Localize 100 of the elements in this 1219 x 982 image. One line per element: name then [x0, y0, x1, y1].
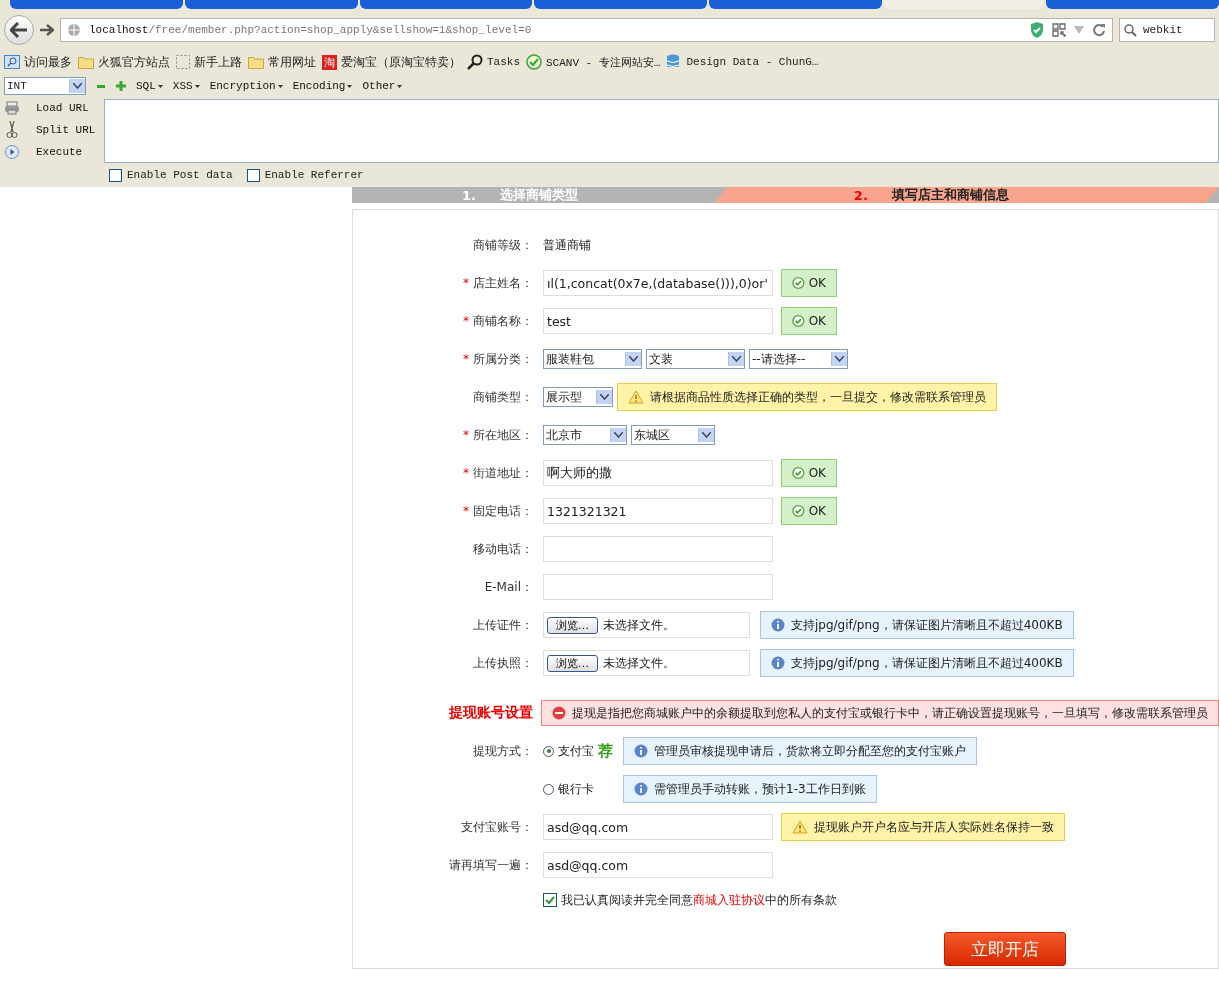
radio-label: 支付宝 — [558, 742, 594, 760]
file-field[interactable]: 浏览… 未选择文件。 — [543, 612, 750, 638]
required-mark: * — [463, 504, 469, 518]
hackbar-menu[interactable]: Encryption — [209, 80, 283, 92]
bookmark-item[interactable]: 常用网址 — [248, 53, 316, 71]
hint-message: 提现账户开户名应与开店人实际姓名保持一致 — [781, 813, 1065, 841]
ok-status: OK — [781, 269, 837, 297]
bookmark-item[interactable]: 火狐官方站点 — [78, 53, 170, 71]
browse-button[interactable]: 浏览… — [547, 616, 598, 634]
file-status: 未选择文件。 — [603, 616, 675, 634]
input-field[interactable]: test — [543, 308, 773, 334]
scissors-icon[interactable] — [4, 121, 20, 139]
folder-icon — [78, 55, 94, 69]
dropdown-select[interactable]: 展示型 — [543, 387, 613, 407]
radio-button[interactable] — [543, 783, 554, 795]
dropdown-select[interactable]: 北京市 — [543, 425, 627, 445]
forward-icon[interactable] — [40, 24, 54, 36]
required-mark: * — [463, 314, 469, 328]
input-field[interactable]: 啊大师的撒 — [543, 460, 773, 486]
input-field[interactable] — [543, 574, 773, 600]
info-icon — [771, 618, 785, 632]
chevron-down-icon — [600, 394, 609, 400]
hackbar-menu[interactable]: Other — [362, 80, 403, 92]
dropdown-select[interactable]: 东城区 — [631, 425, 715, 445]
plus-icon[interactable] — [116, 81, 126, 91]
address-bar[interactable]: localhost/free/member.php?action=shop_apply&sellshow=1&shop_level=0 — [60, 18, 1113, 42]
check-circle-icon — [792, 466, 805, 480]
chevron-down-icon — [614, 432, 623, 438]
hint-message: 管理员审核提现申请后，货款将立即分配至您的支付宝账户 — [623, 737, 977, 765]
field-value: 普通商铺 — [543, 236, 591, 254]
blank-page-icon — [176, 55, 190, 69]
ok-status: OK — [781, 497, 837, 525]
agreement-text: 我已认真阅读并完全同意商城入驻协议中的所有条款 — [561, 891, 837, 909]
hackbar-action[interactable]: Split URL — [24, 124, 96, 136]
caret-icon — [194, 84, 200, 88]
bookmark-item[interactable]: 新手上路 — [176, 53, 242, 71]
hackbar-menu[interactable]: XSS — [172, 80, 200, 92]
check-circle-icon — [792, 314, 805, 328]
qr-code-icon[interactable] — [1052, 23, 1066, 37]
caret-icon — [397, 84, 403, 88]
bookmark-item[interactable]: 淘 爱淘宝（原淘宝特卖） — [322, 53, 461, 71]
shield-icon[interactable] — [1030, 22, 1044, 38]
dropdown-icon[interactable] — [1074, 26, 1084, 34]
search-field[interactable]: webkit — [1119, 18, 1215, 42]
play-icon[interactable] — [4, 145, 20, 159]
printer-icon[interactable] — [4, 101, 20, 115]
field-label: 街道地址： — [473, 464, 533, 482]
input-field[interactable] — [543, 536, 773, 562]
checkbox[interactable] — [543, 893, 557, 907]
dropdown-select[interactable]: --请选择-- — [749, 349, 848, 369]
field-label: 商铺类型： — [473, 388, 533, 406]
bookmark-item[interactable]: 访问最多 — [4, 53, 72, 71]
info-icon — [634, 782, 648, 796]
hackbar-menu[interactable]: SQL — [136, 80, 163, 92]
bookmark-item[interactable]: Design Data - ChunG… — [666, 54, 819, 70]
hint-message: 支持jpg/gif/png，请保证图片清晰且不超过400KB — [760, 611, 1074, 639]
field-label: 移动电话： — [473, 540, 533, 558]
error-icon — [552, 706, 566, 720]
browse-button[interactable]: 浏览… — [547, 654, 598, 672]
required-mark: * — [463, 466, 469, 480]
field-label: 所在地区： — [473, 426, 533, 444]
browser-tab[interactable] — [359, 0, 533, 9]
check-circle-icon — [792, 276, 805, 290]
chevron-down-icon — [629, 356, 638, 362]
input-field[interactable]: asd@qq.com — [543, 852, 773, 878]
field-label: 上传执照： — [473, 654, 533, 672]
required-mark: * — [463, 428, 469, 442]
input-field[interactable]: 1321321321 — [543, 498, 773, 524]
url-textarea[interactable] — [104, 99, 1219, 163]
hint-message: 支持jpg/gif/png，请保证图片清晰且不超过400KB — [760, 649, 1074, 677]
hackbar-menu[interactable]: Encoding — [292, 80, 353, 92]
radio-button[interactable] — [543, 745, 554, 757]
warning-icon — [792, 820, 808, 834]
dropdown-select[interactable]: 文装 — [646, 349, 745, 369]
field-label: 支付宝账号： — [461, 818, 533, 836]
input-field[interactable]: ıl(1,concat(0x7e,(database())),0)or' — [543, 270, 773, 296]
hint-message: 需管理员手动转账，预计1-3工作日到账 — [623, 775, 877, 803]
checkbox[interactable] — [109, 168, 122, 182]
field-label: 店主姓名： — [473, 274, 533, 292]
file-field[interactable]: 浏览… 未选择文件。 — [543, 650, 750, 676]
search-page-icon — [4, 55, 20, 69]
hackbar-action[interactable]: Load URL — [24, 102, 89, 114]
chevron-down-icon — [702, 432, 711, 438]
checkbox[interactable] — [246, 168, 260, 182]
bookmark-item[interactable]: SCANV - 专注网站安… — [526, 54, 661, 70]
agreement-link[interactable]: 商城入驻协议 — [693, 892, 765, 907]
field-label: 商铺等级： — [473, 236, 533, 254]
caret-icon — [277, 84, 283, 88]
type-select[interactable]: INT — [4, 77, 86, 95]
ok-status: OK — [781, 307, 837, 335]
reload-icon[interactable] — [1092, 23, 1106, 37]
input-field[interactable]: asd@qq.com — [543, 814, 773, 840]
dropdown-select[interactable]: 服装鞋包 — [543, 349, 642, 369]
bookmark-item[interactable]: Tasks — [467, 54, 520, 70]
submit-button[interactable]: 立即开店 — [944, 932, 1066, 966]
hackbar-action[interactable]: Execute — [24, 146, 83, 158]
caret-icon — [157, 84, 163, 88]
back-button[interactable] — [4, 15, 34, 45]
field-label: 固定电话： — [473, 502, 533, 520]
required-mark: * — [463, 276, 469, 290]
